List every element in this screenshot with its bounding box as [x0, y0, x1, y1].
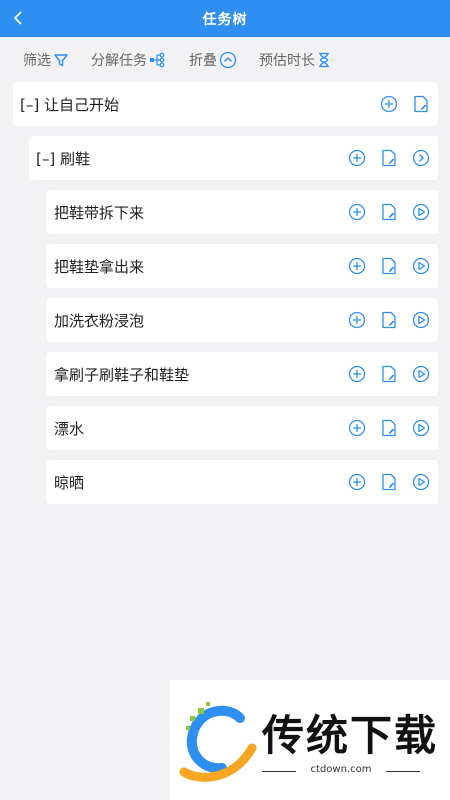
fold-button[interactable]: 折叠	[189, 50, 237, 70]
fold-label: 折叠	[189, 53, 217, 69]
title-bar: 任务树	[0, 0, 450, 37]
task-label: 加洗衣粉浸泡	[54, 311, 145, 330]
chevron-right-circle-icon	[412, 149, 430, 167]
edit-document-icon	[382, 149, 396, 167]
chevron-left-icon	[13, 11, 22, 25]
task-node-leaf[interactable]: 把鞋垫拿出来	[46, 244, 438, 288]
watermark-brand: 传统下载	[262, 711, 439, 760]
task-node-leaf[interactable]: 拿刷子刷鞋子和鞋垫	[46, 352, 438, 396]
plus-circle-icon	[348, 473, 366, 491]
estimate-duration-button[interactable]: 预估时长	[259, 50, 331, 70]
task-node-leaf[interactable]: 把鞋带拆下来	[46, 190, 438, 234]
estimate-duration-label: 预估时长	[259, 53, 315, 69]
task-label: 拿刷子刷鞋子和鞋垫	[54, 365, 190, 384]
edit-document-icon	[382, 419, 396, 437]
start-task-button[interactable]	[411, 418, 431, 438]
task-label: [–] 让自己开始	[20, 95, 119, 114]
chevron-up-circle-icon	[219, 51, 237, 69]
edit-document-icon	[414, 95, 428, 113]
edit-task-button[interactable]	[379, 310, 399, 330]
edit-task-button[interactable]	[379, 418, 399, 438]
edit-task-button[interactable]	[379, 256, 399, 276]
task-label: [–] 刷鞋	[36, 149, 90, 168]
tree-structure-icon	[149, 52, 167, 68]
filter-icon	[53, 52, 69, 68]
edit-document-icon	[382, 473, 396, 491]
add-subtask-button[interactable]	[347, 310, 367, 330]
toolbar: 筛选 分解任务 折叠 预估时长	[0, 46, 450, 74]
expand-button[interactable]	[411, 148, 431, 168]
add-subtask-button[interactable]	[347, 364, 367, 384]
edit-task-button[interactable]	[379, 364, 399, 384]
plus-circle-icon	[348, 257, 366, 275]
task-label: 晾晒	[54, 473, 85, 492]
play-circle-icon	[412, 365, 430, 383]
split-task-button[interactable]: 分解任务	[91, 50, 167, 70]
divider	[386, 771, 420, 772]
plus-circle-icon	[348, 149, 366, 167]
start-task-button[interactable]	[411, 472, 431, 492]
add-subtask-button[interactable]	[347, 202, 367, 222]
filter-label: 筛选	[23, 53, 51, 69]
edit-document-icon	[382, 257, 396, 275]
play-circle-icon	[412, 311, 430, 329]
watermark: 传统下载 ctdown.com	[170, 680, 450, 800]
edit-document-icon	[382, 203, 396, 221]
edit-document-icon	[382, 311, 396, 329]
task-node-leaf[interactable]: 加洗衣粉浸泡	[46, 298, 438, 342]
add-subtask-button[interactable]	[379, 94, 399, 114]
back-button[interactable]	[6, 6, 30, 30]
edit-task-button[interactable]	[379, 202, 399, 222]
task-label: 把鞋垫拿出来	[54, 257, 145, 276]
start-task-button[interactable]	[411, 202, 431, 222]
add-subtask-button[interactable]	[347, 472, 367, 492]
play-circle-icon	[412, 203, 430, 221]
filter-button[interactable]: 筛选	[23, 50, 69, 70]
play-circle-icon	[412, 419, 430, 437]
edit-task-button[interactable]	[379, 148, 399, 168]
add-subtask-button[interactable]	[347, 148, 367, 168]
task-node-root[interactable]: [–] 让自己开始	[13, 82, 438, 126]
plus-circle-icon	[348, 365, 366, 383]
task-label: 把鞋带拆下来	[54, 203, 145, 222]
add-subtask-button[interactable]	[347, 256, 367, 276]
edit-task-button[interactable]	[379, 472, 399, 492]
split-task-label: 分解任务	[91, 53, 147, 69]
start-task-button[interactable]	[411, 310, 431, 330]
hourglass-icon	[317, 52, 331, 68]
edit-document-icon	[382, 365, 396, 383]
start-task-button[interactable]	[411, 364, 431, 384]
task-node-group[interactable]: [–] 刷鞋	[29, 136, 438, 180]
plus-circle-icon	[348, 203, 366, 221]
task-node-leaf[interactable]: 漂水	[46, 406, 438, 450]
start-task-button[interactable]	[411, 256, 431, 276]
brand-logo-icon	[179, 702, 257, 782]
edit-task-button[interactable]	[411, 94, 431, 114]
page-title: 任务树	[202, 11, 248, 28]
play-circle-icon	[412, 257, 430, 275]
add-subtask-button[interactable]	[347, 418, 367, 438]
task-label: 漂水	[54, 419, 85, 438]
plus-circle-icon	[348, 419, 366, 437]
task-node-leaf[interactable]: 晾晒	[46, 460, 438, 504]
plus-circle-icon	[348, 311, 366, 329]
plus-circle-icon	[380, 95, 398, 113]
play-circle-icon	[412, 473, 430, 491]
